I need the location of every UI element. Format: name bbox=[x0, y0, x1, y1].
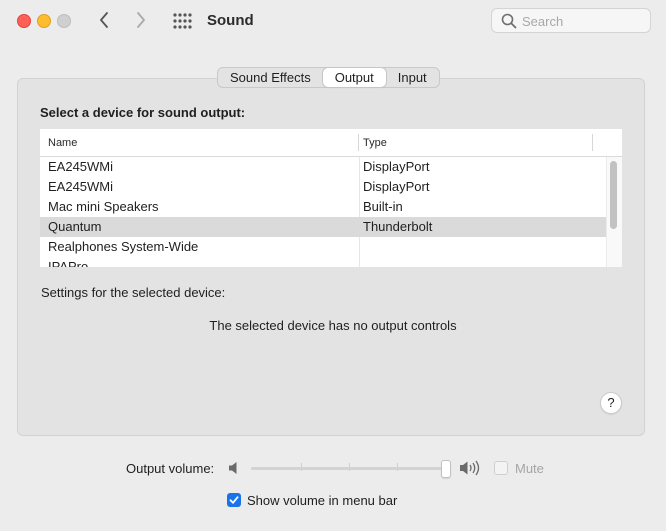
device-type: DisplayPort bbox=[363, 159, 430, 174]
table-row[interactable]: Mac mini Speakers Built-in bbox=[40, 197, 606, 217]
no-controls-message: The selected device has no output contro… bbox=[209, 318, 457, 333]
table-row-selected[interactable]: Quantum Thunderbolt bbox=[40, 217, 606, 237]
volume-tick bbox=[397, 463, 398, 471]
close-window-button[interactable] bbox=[17, 14, 31, 28]
table-row[interactable]: IPAPro bbox=[40, 257, 606, 267]
show-all-grid-icon[interactable] bbox=[172, 12, 192, 30]
output-device-table[interactable]: Name Type EA245WMi DisplayPort EA245WMi … bbox=[40, 129, 622, 267]
title-bar: Sound bbox=[0, 0, 666, 43]
chevron-left-icon bbox=[100, 12, 108, 28]
forward-button[interactable] bbox=[130, 9, 152, 31]
table-row[interactable]: EA245WMi DisplayPort bbox=[40, 177, 606, 197]
column-header-type[interactable]: Type bbox=[363, 137, 387, 149]
volume-tick bbox=[301, 463, 302, 471]
show-in-menu-bar-label[interactable]: Show volume in menu bar bbox=[247, 493, 397, 508]
column-divider[interactable] bbox=[358, 134, 359, 151]
output-volume-label: Output volume: bbox=[126, 461, 215, 476]
search-field[interactable] bbox=[491, 8, 651, 33]
settings-label: Settings for the selected device: bbox=[41, 285, 226, 300]
device-rows: EA245WMi DisplayPort EA245WMi DisplayPor… bbox=[40, 157, 606, 267]
checkmark-icon bbox=[229, 496, 239, 504]
search-input[interactable] bbox=[522, 12, 642, 30]
search-icon bbox=[501, 13, 517, 29]
device-type: Thunderbolt bbox=[363, 219, 433, 234]
section-title: Select a device for sound output: bbox=[40, 105, 246, 120]
table-row[interactable]: EA245WMi DisplayPort bbox=[40, 157, 606, 177]
tab-output[interactable]: Output bbox=[322, 68, 386, 87]
device-name: Quantum bbox=[48, 219, 102, 234]
device-name: Mac mini Speakers bbox=[48, 199, 159, 214]
tab-sound-effects[interactable]: Sound Effects bbox=[218, 68, 323, 87]
speaker-high-icon bbox=[460, 460, 480, 476]
device-name: EA245WMi bbox=[48, 179, 114, 194]
speaker-low-icon bbox=[229, 462, 237, 474]
table-header: Name Type bbox=[40, 129, 622, 157]
column-header-name[interactable]: Name bbox=[48, 137, 77, 149]
table-row[interactable]: Realphones System-Wide bbox=[40, 237, 606, 257]
chevron-right-icon bbox=[137, 12, 145, 28]
help-button[interactable]: ? bbox=[600, 392, 622, 414]
device-type: DisplayPort bbox=[363, 179, 430, 194]
show-in-menu-bar-checkbox[interactable] bbox=[227, 493, 241, 507]
tab-bar: Sound Effects Output Input bbox=[217, 67, 440, 88]
zoom-window-button bbox=[57, 14, 71, 28]
device-name: Realphones System-Wide bbox=[48, 239, 199, 254]
volume-slider-knob[interactable] bbox=[441, 460, 451, 478]
back-button[interactable] bbox=[93, 9, 115, 31]
tab-input[interactable]: Input bbox=[386, 68, 439, 87]
mute-checkbox[interactable] bbox=[494, 461, 508, 475]
scrollbar-thumb[interactable] bbox=[610, 161, 617, 229]
device-name: IPAPro bbox=[48, 259, 89, 267]
minimize-window-button[interactable] bbox=[37, 14, 51, 28]
volume-tick bbox=[349, 463, 350, 471]
device-type: Built-in bbox=[363, 199, 403, 214]
column-divider[interactable] bbox=[592, 134, 593, 151]
device-name: EA245WMi bbox=[48, 159, 114, 174]
mute-label: Mute bbox=[515, 461, 544, 476]
window-title: Sound bbox=[207, 12, 254, 29]
